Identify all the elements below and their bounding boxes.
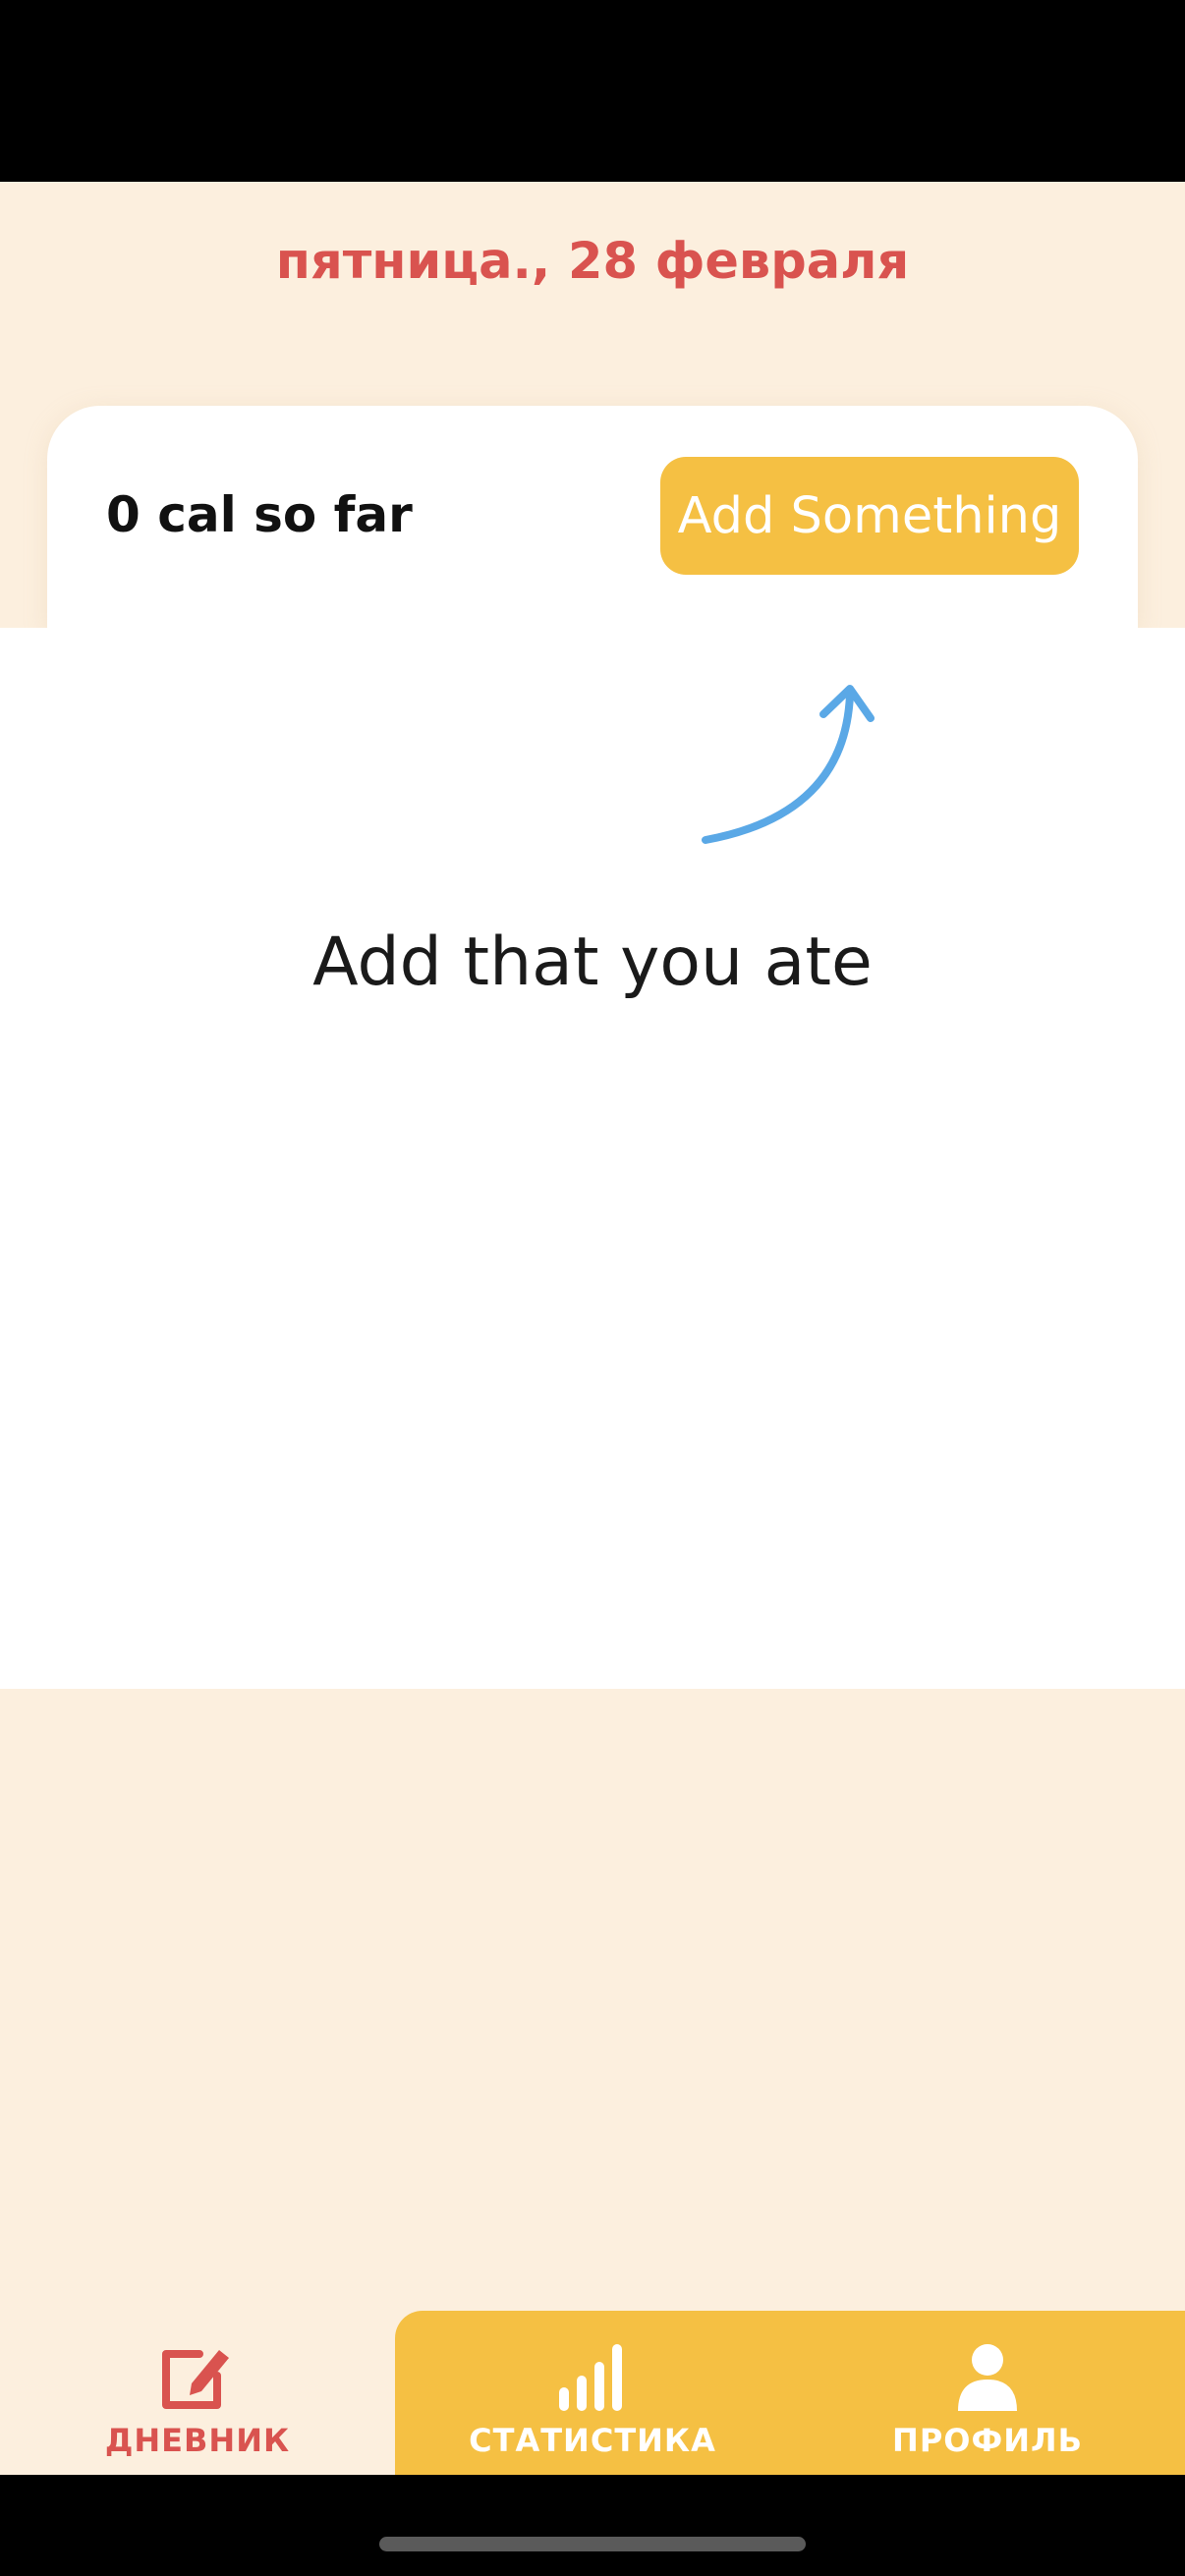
bottom-tab-bar: ДНЕВНИК СТАТИСТИКА ПРОФИЛЬ <box>0 2311 1185 2475</box>
user-icon <box>958 2344 1017 2411</box>
food-list-panel: Add that you ate <box>0 628 1185 1689</box>
date-title: пятница., 28 февраля <box>275 233 910 291</box>
status-bar <box>0 0 1185 182</box>
tab-statistics-label: СТАТИСТИКА <box>469 2422 716 2459</box>
tab-profile[interactable]: ПРОФИЛЬ <box>790 2311 1185 2475</box>
tab-profile-label: ПРОФИЛЬ <box>892 2422 1083 2459</box>
add-something-button[interactable]: Add Something <box>660 457 1079 575</box>
tab-statistics[interactable]: СТАТИСТИКА <box>395 2311 790 2475</box>
empty-state-hint: Add that you ate <box>312 924 873 1001</box>
diary-screen: пятница., 28 февраля 0 cal so far Add So… <box>0 182 1185 2475</box>
calorie-summary-card: 0 cal so far Add Something <box>47 406 1138 632</box>
tab-diary[interactable]: ДНЕВНИК <box>0 2311 395 2475</box>
edit-icon <box>162 2350 229 2409</box>
curved-arrow-icon <box>702 685 875 844</box>
bar-chart-icon <box>559 2344 622 2411</box>
calories-so-far: 0 cal so far <box>106 486 413 543</box>
tab-diary-label: ДНЕВНИК <box>104 2422 291 2459</box>
home-indicator[interactable] <box>379 2537 806 2551</box>
